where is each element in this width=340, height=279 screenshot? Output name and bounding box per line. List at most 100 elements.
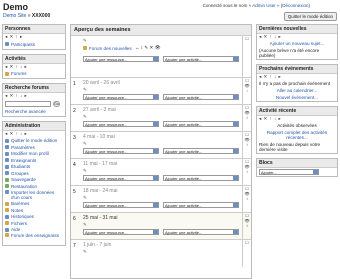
week-number: 7 [73,243,76,249]
admin-link[interactable]: Importer les données d'un cours [11,190,63,200]
admin-link[interactable]: Fichiers [11,221,27,226]
settings-icon [5,145,9,150]
edit-icon[interactable]: ✎ [83,38,87,44]
block-recherche: Recherche forums ◂ ✕ ↑ ↓ ▸ Go Recherche … [2,83,66,117]
edit-icon [5,138,9,143]
week-section: 5 18 mai - 24 mai ✎ Ajouter une ressourc… [71,186,251,213]
admin-link[interactable]: Quitter le mode édition [11,138,57,143]
admin-link[interactable]: Barèmes [11,201,29,206]
add-resource-select[interactable]: Ajouter une ressource... [83,148,159,154]
admin-link[interactable]: Historiques [11,214,34,219]
admin-link[interactable]: Forum des enseignants [11,233,59,238]
week-section-current: 6 25 mai - 31 mai ✎ Ajouter une ressourc… [71,213,251,240]
forum-search-input[interactable] [5,101,51,107]
add-resource-select[interactable]: Ajouter une ressource... [83,175,159,181]
admin-link[interactable]: Modifier mon profil [11,151,49,156]
admin-link[interactable]: Étudiants [11,164,30,169]
user-link[interactable]: Admin User [252,3,276,8]
add-activity-select[interactable]: Ajouter une activité... [163,56,239,62]
add-topic-link[interactable]: Ajouter un nouveau sujet... [270,41,325,46]
block-events: Prochains événements ◂ ✕ ↑ ↓ ▸ Il n'y a … [256,64,338,102]
edit-icon[interactable]: ✎ [83,195,87,201]
add-resource-select[interactable]: Ajouter une ressource... [83,56,159,62]
user-icon [5,164,9,169]
admin-link[interactable]: Enseignants [11,158,36,163]
edit-controls-icon[interactable]: ↔ ↕ ✎ ✕ 👁 [134,45,161,51]
block-blocs: Blocs Ajouter... [256,158,338,177]
block-title: Dernières nouvelles [257,25,337,34]
admin-link[interactable]: Notes [11,208,23,213]
section-side[interactable]: ☐ 👁 ↕ [242,213,251,239]
week-number: 2 [73,108,76,114]
add-block-select[interactable]: Ajouter... [259,169,319,175]
section-side[interactable]: ☐ [242,240,251,267]
grades-icon [5,208,9,213]
week-section: 2 27 avril - 3 mai ✎ Ajouter une ressour… [71,105,251,132]
admin-link[interactable]: Paramètres [11,145,35,150]
full-report-link[interactable]: Rapport complet des activités récentes..… [267,130,327,140]
section-side[interactable]: ☐ 👁 ↕ [242,186,251,212]
forums-link[interactable]: Forums [11,71,27,76]
week-section: 4 11 mai - 17 mai ✎ Ajouter une ressourc… [71,159,251,186]
add-resource-select[interactable]: Ajouter une ressource... [83,202,159,208]
header: Demo Demo Site » XXX000 Connecté sous le… [0,0,340,22]
logout-link[interactable]: Déconnexion [282,3,308,8]
group-icon [5,171,9,176]
week-dates: 11 mai - 17 mai [83,161,118,167]
add-resource-select[interactable]: Ajouter une ressource... [83,94,159,100]
weekly-outline: Aperçu des semaines ✎ Forum des nouvelle… [70,24,252,279]
participants-link[interactable]: Participants [11,42,35,47]
forum-icon [5,233,9,237]
edit-icon[interactable]: ✎ [83,141,87,147]
week-section: 1 20 avril - 26 avril ✎ Ajouter une ress… [71,78,251,105]
edit-icon[interactable]: ✎ [83,222,87,228]
add-activity-select[interactable]: Ajouter une activité... [163,229,239,235]
block-title: Prochains événements [257,65,337,74]
admin-link[interactable]: Aide [11,227,20,232]
section-side[interactable]: ☐ [242,36,251,77]
admin-link[interactable]: Sauvegarde [11,177,36,182]
recent-empty-text: Rien de nouveau depuis votre dernière vi… [259,142,321,152]
add-activity-select[interactable]: Ajouter une activité... [163,202,239,208]
center-title: Aperçu des semaines [71,25,251,36]
add-activity-select[interactable]: Ajouter une activité... [163,121,239,127]
week-number: 4 [73,162,76,168]
events-empty-text: Il n'y a pas de prochain événement [259,81,331,86]
week-0-section: ✎ Forum des nouvelles ↔ ↕ ✎ ✕ 👁 Ajouter … [71,36,251,78]
advanced-search-link[interactable]: Recherche avancée [5,109,46,114]
exit-edit-mode-button[interactable]: Quitter le mode édition [283,12,337,21]
add-activity-select[interactable]: Ajouter une activité... [163,175,239,181]
admin-link[interactable]: Groupes [11,171,29,176]
add-resource-select[interactable]: Ajouter une ressource... [83,229,159,235]
block-title: Administration [3,121,65,131]
profile-icon [5,151,9,156]
login-prefix: Connecté sous le nom « [202,3,253,8]
add-activity-select[interactable]: Ajouter une activité... [163,94,239,100]
edit-icon[interactable]: ✎ [83,87,87,93]
edit-icon[interactable]: ✎ [83,114,87,120]
new-event-link[interactable]: Nouvel événement... [276,95,318,100]
observed-text: Activités observées [277,123,317,128]
admin-link[interactable]: Restauration [11,184,37,189]
week-section: 7 1 juin - 7 juin ✎ ☐ [71,240,251,267]
news-forum-link[interactable]: Forum des nouvelles [89,46,132,51]
search-go-button[interactable]: Go [53,101,60,107]
breadcrumb-site-link[interactable]: Demo Site [3,13,26,19]
edit-icon[interactable]: ✎ [83,168,87,174]
week-dates: 20 avril - 26 avril [83,80,120,86]
add-resource-select[interactable]: Ajouter une ressource... [83,121,159,127]
block-administration: Administration ◂ ✕ ↑ ↓ ▸ Quitter le mode… [2,120,66,246]
users-icon [5,42,9,47]
section-side[interactable]: ☐ 👁 ↕ [242,159,251,185]
week-number: 1 [73,81,76,87]
add-activity-select[interactable]: Ajouter une activité... [163,148,239,154]
section-side[interactable]: ☐ 👁 ↕ [242,132,251,158]
calendar-link[interactable]: Aller au calendrier... [277,88,318,93]
section-side[interactable]: ☐ 👁 ↕ [242,105,251,131]
edit-icon[interactable]: ✎ [83,249,87,255]
section-side[interactable]: ☐ 👁 ↓ [242,78,251,104]
help-icon [5,227,9,232]
block-title: Activités [3,54,65,64]
week-number: 3 [73,135,76,141]
week-dates: 1 juin - 7 juin [83,242,112,248]
